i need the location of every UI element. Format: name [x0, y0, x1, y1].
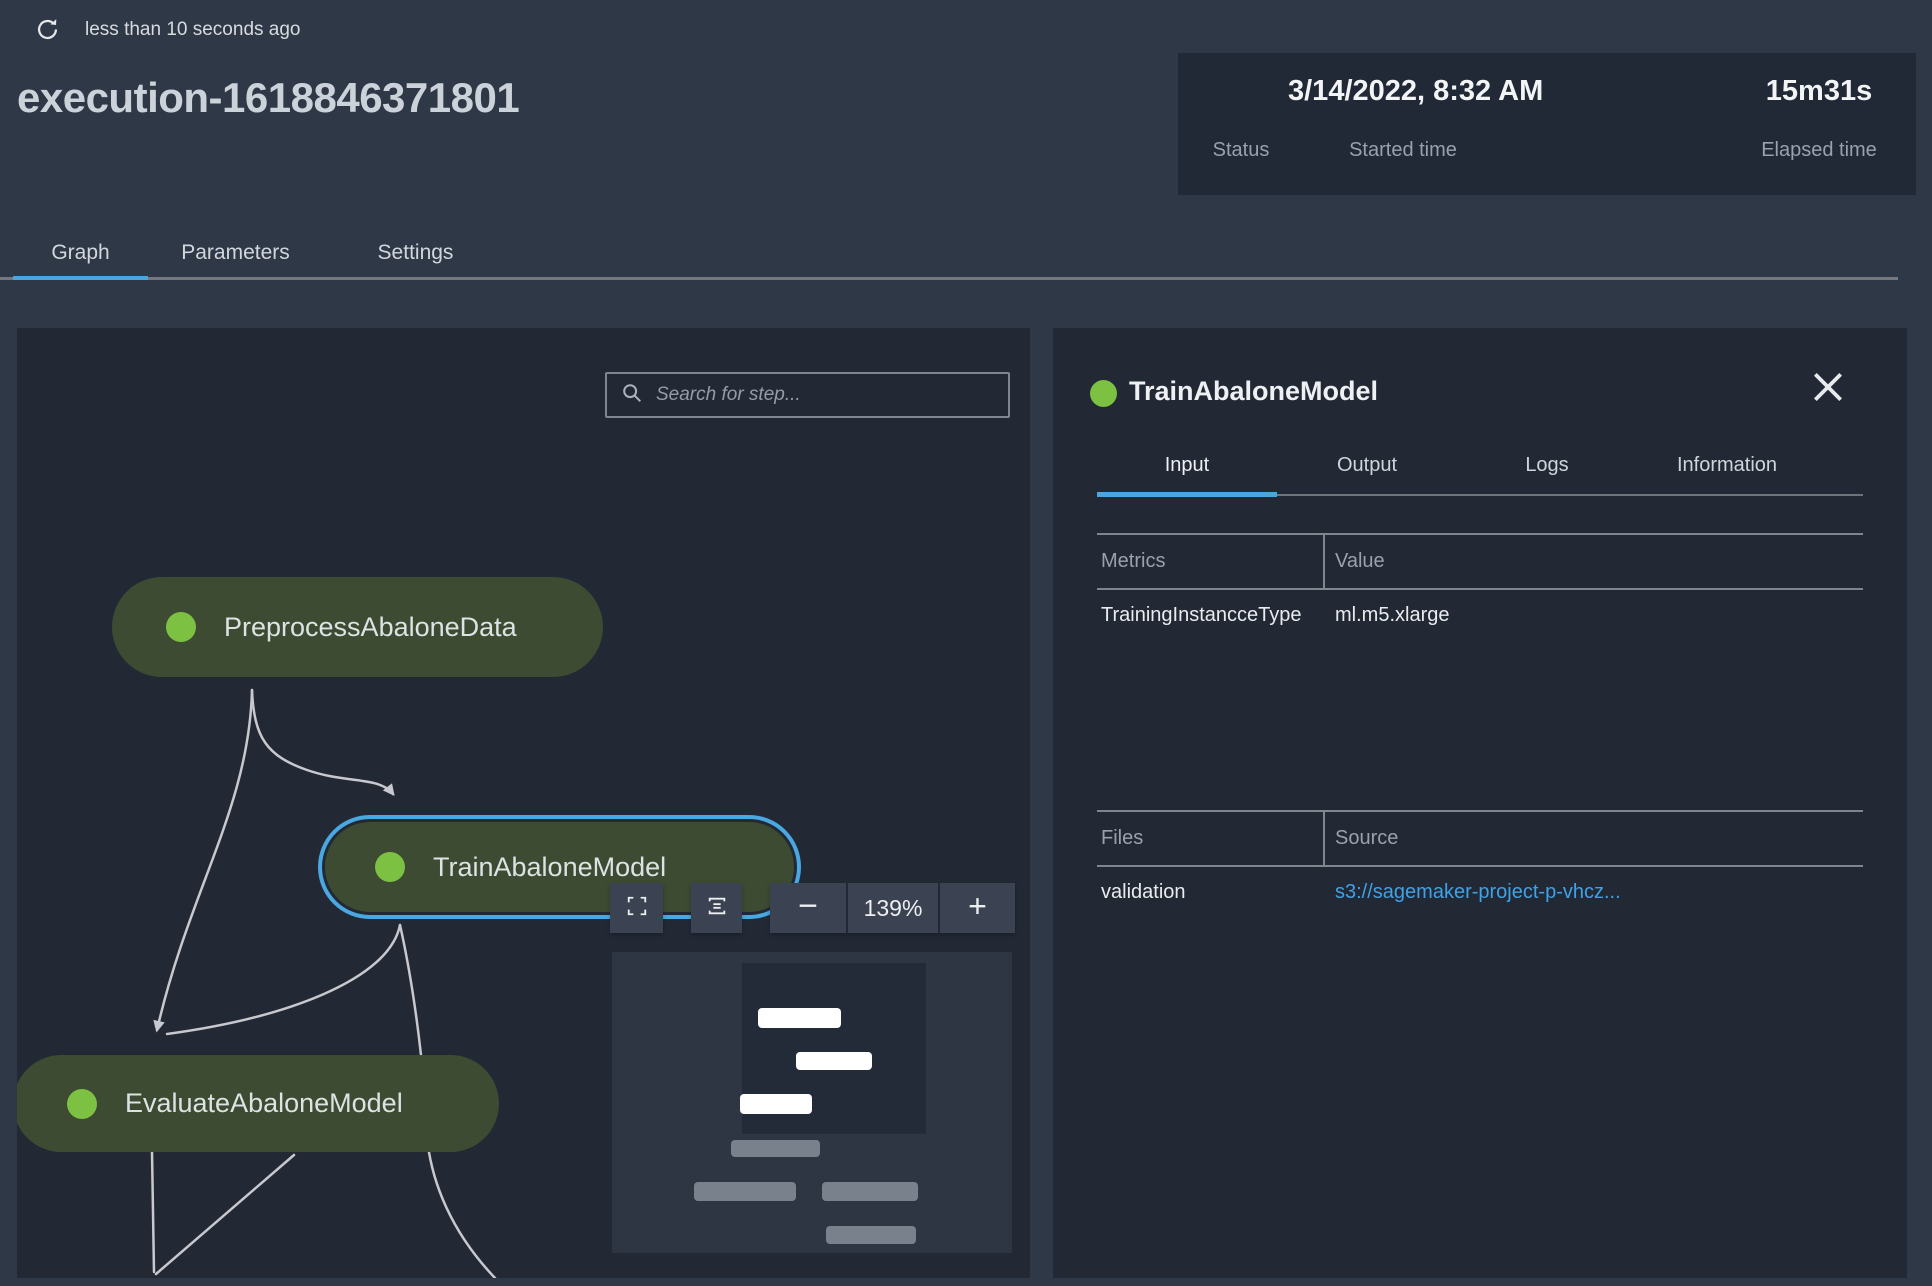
metrics-table-header: Metrics Value: [1097, 533, 1863, 590]
focus-selection-icon: [706, 895, 728, 922]
minimap-node-bar: [822, 1182, 918, 1201]
minimap-node-bar: [796, 1052, 872, 1070]
close-panel-button[interactable]: [1807, 368, 1849, 410]
elapsed-time-column: 15m31s Elapsed time: [1734, 53, 1904, 195]
node-label: TrainAbaloneModel: [433, 851, 667, 882]
node-status-dot: [67, 1088, 97, 1119]
source-column-header: Source: [1335, 827, 1399, 849]
files-table-header: Files Source: [1097, 810, 1863, 867]
node-label: PreprocessAbaloneData: [224, 611, 517, 642]
graph-minimap[interactable]: [612, 952, 1012, 1253]
page-title: execution-1618846371801: [17, 74, 520, 121]
detail-tab-bar: Input Output Logs Information: [1097, 436, 1863, 497]
tab-parameters[interactable]: Parameters: [148, 228, 323, 277]
metrics-column-header: Metrics: [1097, 535, 1325, 588]
s3-source-link[interactable]: s3://sagemaker-project-p-vhcz...: [1335, 881, 1621, 903]
step-detail-title: TrainAbaloneModel: [1129, 376, 1379, 406]
node-label: EvaluateAbaloneModel: [125, 1088, 403, 1118]
file-name-cell: validation: [1101, 881, 1186, 903]
zoom-in-button[interactable]: +: [940, 883, 1015, 933]
started-time-label: Started time: [1349, 139, 1457, 161]
detail-tab-output[interactable]: Output: [1277, 436, 1457, 494]
zoom-control-group: − 139% +: [770, 883, 1015, 933]
tab-graph[interactable]: Graph: [13, 228, 148, 280]
minimap-node-bar: [826, 1226, 916, 1244]
minimap-node-bar: [694, 1182, 796, 1201]
graph-node-preprocess[interactable]: PreprocessAbaloneData: [112, 577, 603, 677]
close-icon: [1809, 368, 1847, 411]
focus-selection-button[interactable]: [691, 883, 742, 933]
step-status-dot: [1090, 380, 1117, 407]
step-search-box: [605, 372, 1010, 418]
status-label: Status: [1212, 139, 1270, 161]
fit-to-screen-icon: [626, 895, 648, 922]
started-time-value: 3/14/2022, 8:32 AM: [1288, 75, 1544, 107]
status-column: Status: [1196, 53, 1286, 195]
tab-settings[interactable]: Settings: [323, 228, 508, 277]
main-tab-bar: Graph Parameters Settings: [0, 228, 1898, 280]
last-refreshed-text: less than 10 seconds ago: [85, 18, 301, 40]
metric-name-cell: TrainingInstancceType: [1101, 604, 1302, 626]
refresh-icon[interactable]: [34, 16, 61, 43]
minimap-node-bar: [731, 1140, 820, 1157]
search-icon: [621, 382, 643, 409]
files-column-header: Files: [1097, 812, 1325, 865]
node-status-dot: [375, 852, 405, 882]
detail-tab-input[interactable]: Input: [1097, 436, 1277, 497]
table-row: validation s3://sagemaker-project-p-vhcz…: [1097, 867, 1863, 904]
refresh-row: less than 10 seconds ago: [34, 16, 301, 43]
value-column-header: Value: [1335, 550, 1385, 572]
execution-status-card: Status 3/14/2022, 8:32 AM Started time 1…: [1178, 53, 1916, 195]
search-step-input[interactable]: [656, 384, 994, 406]
pipeline-graph-canvas[interactable]: PreprocessAbaloneData TrainAbaloneModel …: [17, 328, 1030, 1278]
minimap-node-bar: [740, 1094, 812, 1114]
metrics-table: Metrics Value TrainingInstancceType ml.m…: [1097, 533, 1863, 627]
minimap-node-bar: [758, 1008, 841, 1028]
step-detail-panel: TrainAbaloneModel Input Output Logs Info…: [1053, 328, 1907, 1278]
elapsed-time-value: 15m31s: [1765, 75, 1873, 107]
files-table: Files Source validation s3://sagemaker-p…: [1097, 810, 1863, 904]
detail-tab-information[interactable]: Information: [1637, 436, 1817, 494]
started-time-column: 3/14/2022, 8:32 AM Started time: [1288, 53, 1544, 195]
metric-value-cell: ml.m5.xlarge: [1335, 604, 1450, 626]
fit-to-screen-button[interactable]: [610, 883, 663, 933]
zoom-level-indicator: 139%: [848, 883, 938, 933]
zoom-out-button[interactable]: −: [770, 883, 846, 933]
pipeline-execution-page: less than 10 seconds ago execution-16188…: [0, 0, 1932, 1286]
table-row: TrainingInstancceType ml.m5.xlarge: [1097, 590, 1863, 627]
graph-node-evaluate[interactable]: EvaluateAbaloneModel: [17, 1055, 499, 1152]
node-status-dot: [166, 612, 196, 642]
elapsed-time-label: Elapsed time: [1761, 139, 1877, 161]
detail-tab-logs[interactable]: Logs: [1457, 436, 1637, 494]
